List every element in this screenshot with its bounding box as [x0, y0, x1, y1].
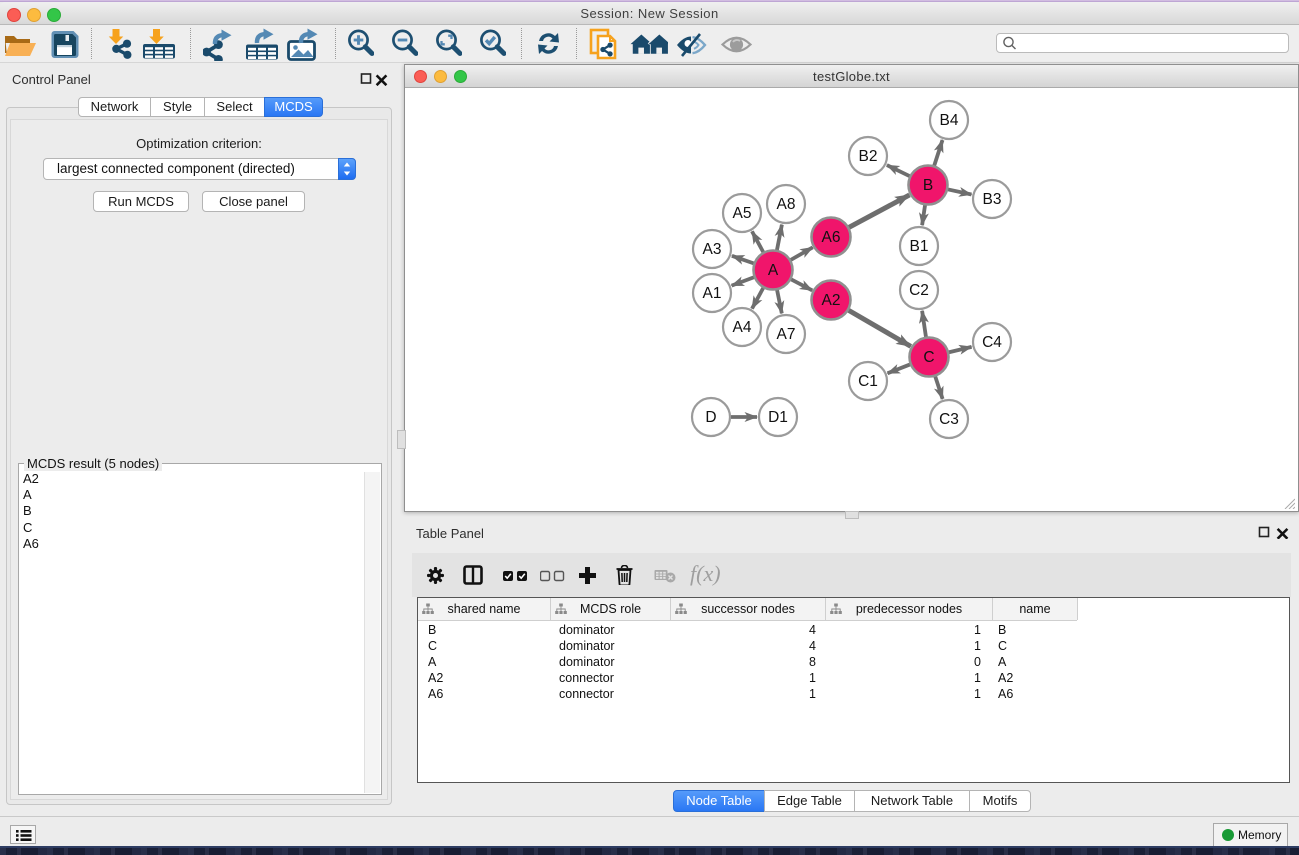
svg-text:D: D — [705, 409, 716, 426]
svg-text:C3: C3 — [939, 411, 959, 428]
svg-text:A1: A1 — [703, 285, 722, 302]
svg-text:C1: C1 — [858, 373, 878, 390]
svg-text:A3: A3 — [703, 241, 722, 258]
svg-text:C2: C2 — [909, 282, 929, 299]
svg-text:A: A — [768, 262, 779, 279]
svg-text:A7: A7 — [777, 326, 796, 343]
svg-text:C4: C4 — [982, 334, 1002, 351]
svg-text:B2: B2 — [859, 148, 878, 165]
svg-text:B4: B4 — [940, 112, 959, 129]
svg-text:B1: B1 — [910, 238, 929, 255]
svg-text:C: C — [923, 349, 934, 366]
svg-text:B3: B3 — [983, 191, 1002, 208]
svg-text:A4: A4 — [733, 319, 752, 336]
svg-text:A6: A6 — [822, 229, 841, 246]
svg-text:A5: A5 — [733, 205, 752, 222]
svg-text:A2: A2 — [822, 292, 841, 309]
svg-text:A8: A8 — [777, 196, 796, 213]
svg-text:D1: D1 — [768, 409, 788, 426]
svg-text:B: B — [923, 177, 933, 194]
